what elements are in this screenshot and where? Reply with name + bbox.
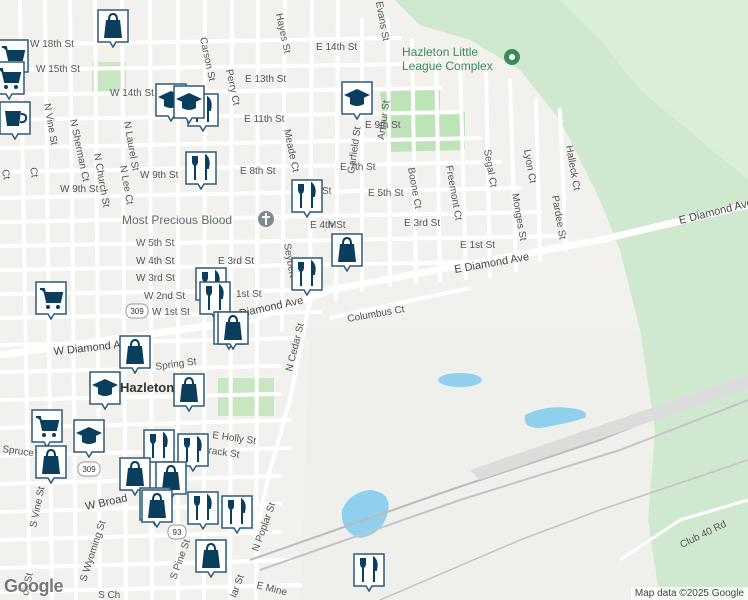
street-label: W 9th St [60, 184, 99, 195]
street-label: E Holly St [212, 430, 257, 447]
marker-school[interactable] [88, 370, 122, 410]
marker-restaurant[interactable] [184, 150, 218, 190]
marker-shopping-bag[interactable] [172, 372, 206, 412]
street-label: W 5th St [136, 238, 175, 249]
route-shield-label: 309 [82, 465, 96, 474]
city-label: Hazleton [120, 380, 174, 395]
street-label: M [328, 220, 336, 231]
street-label: E 3rd St [404, 218, 440, 229]
street-label: N Vine St [41, 103, 59, 147]
street-label: S Vine St [28, 486, 47, 529]
street-label: W 18th St [30, 39, 74, 50]
route-shield: 309 [77, 461, 101, 477]
street-label: W 1st St [152, 307, 190, 318]
street-label: E 11th St [244, 114, 285, 125]
little-league-label-line1: Hazleton Little [402, 45, 478, 59]
marker-shopping-cart[interactable] [30, 408, 64, 448]
marker-shopping-bag[interactable] [34, 444, 68, 484]
street-label: Ct [27, 167, 40, 179]
street-label: E 5th St [368, 188, 404, 199]
marker-shopping-cart[interactable] [34, 280, 68, 320]
map-attribution[interactable]: Map data ©2025 Google [630, 587, 748, 600]
marker-shopping-bag[interactable] [216, 310, 250, 350]
marker-restaurant[interactable] [220, 494, 254, 534]
marker-shopping-bag[interactable] [194, 538, 228, 578]
street-label: S Wyoming St [78, 519, 108, 583]
street-label: W 9th St [140, 170, 179, 181]
street-label: Evans St [373, 1, 391, 43]
map-base: 309 309 93 E 14th St W 18th St E 13th St… [0, 0, 748, 600]
marker-restaurant[interactable] [352, 552, 386, 592]
marker-school[interactable] [172, 84, 206, 124]
street-label: W 2nd St [144, 291, 185, 302]
marker-shopping-bag[interactable] [140, 488, 174, 528]
map-canvas[interactable]: 309 309 93 E 14th St W 18th St E 13th St… [0, 0, 748, 600]
street-label: E 13th St [245, 74, 286, 85]
street-label: S Ch [98, 590, 120, 600]
marker-shopping-cart[interactable] [0, 60, 26, 100]
marker-school[interactable] [72, 418, 106, 458]
street-label: Segal Ct [481, 149, 499, 189]
marker-shopping-bag[interactable] [330, 232, 364, 272]
street-label: Perry Ct [223, 68, 241, 106]
street-label: E Mine [255, 580, 288, 598]
marker-shopping-bag[interactable] [96, 8, 130, 48]
marker-restaurant[interactable] [290, 256, 324, 296]
street-label: Lyon Ct [521, 149, 538, 185]
marker-restaurant[interactable] [290, 178, 324, 218]
marker-school[interactable] [340, 80, 374, 120]
street-label: E 8th St [240, 166, 276, 177]
street-label: W 4th St [136, 256, 175, 267]
street-label: Hayes St [273, 12, 292, 54]
marker-restaurant[interactable] [186, 490, 220, 530]
marker-shopping-bag[interactable] [118, 334, 152, 374]
route-shield-label: 93 [173, 528, 182, 537]
street-label: S Pine St [168, 538, 193, 581]
street-label: E 14th St [316, 42, 357, 53]
street-label: W 15th St [36, 64, 80, 75]
church-label: Most Precious Blood [122, 213, 232, 227]
lake [438, 373, 482, 387]
street-label: N Cedar St [284, 322, 307, 373]
street-label: W 14th St [110, 88, 154, 99]
marker-cafe[interactable] [0, 100, 32, 140]
street-label: E 1st St [460, 240, 495, 251]
route-shield: 309 [125, 303, 149, 319]
route-shield-label: 309 [130, 307, 144, 316]
street-label: N Church St [91, 153, 111, 209]
little-league-label-line2: League Complex [402, 59, 493, 73]
street-label: Monges St [509, 193, 528, 242]
street-label: W 3rd St [136, 273, 175, 284]
street-label: Ct [0, 169, 12, 181]
google-logo: Google [4, 576, 64, 596]
street-label: 1st St [236, 289, 262, 300]
